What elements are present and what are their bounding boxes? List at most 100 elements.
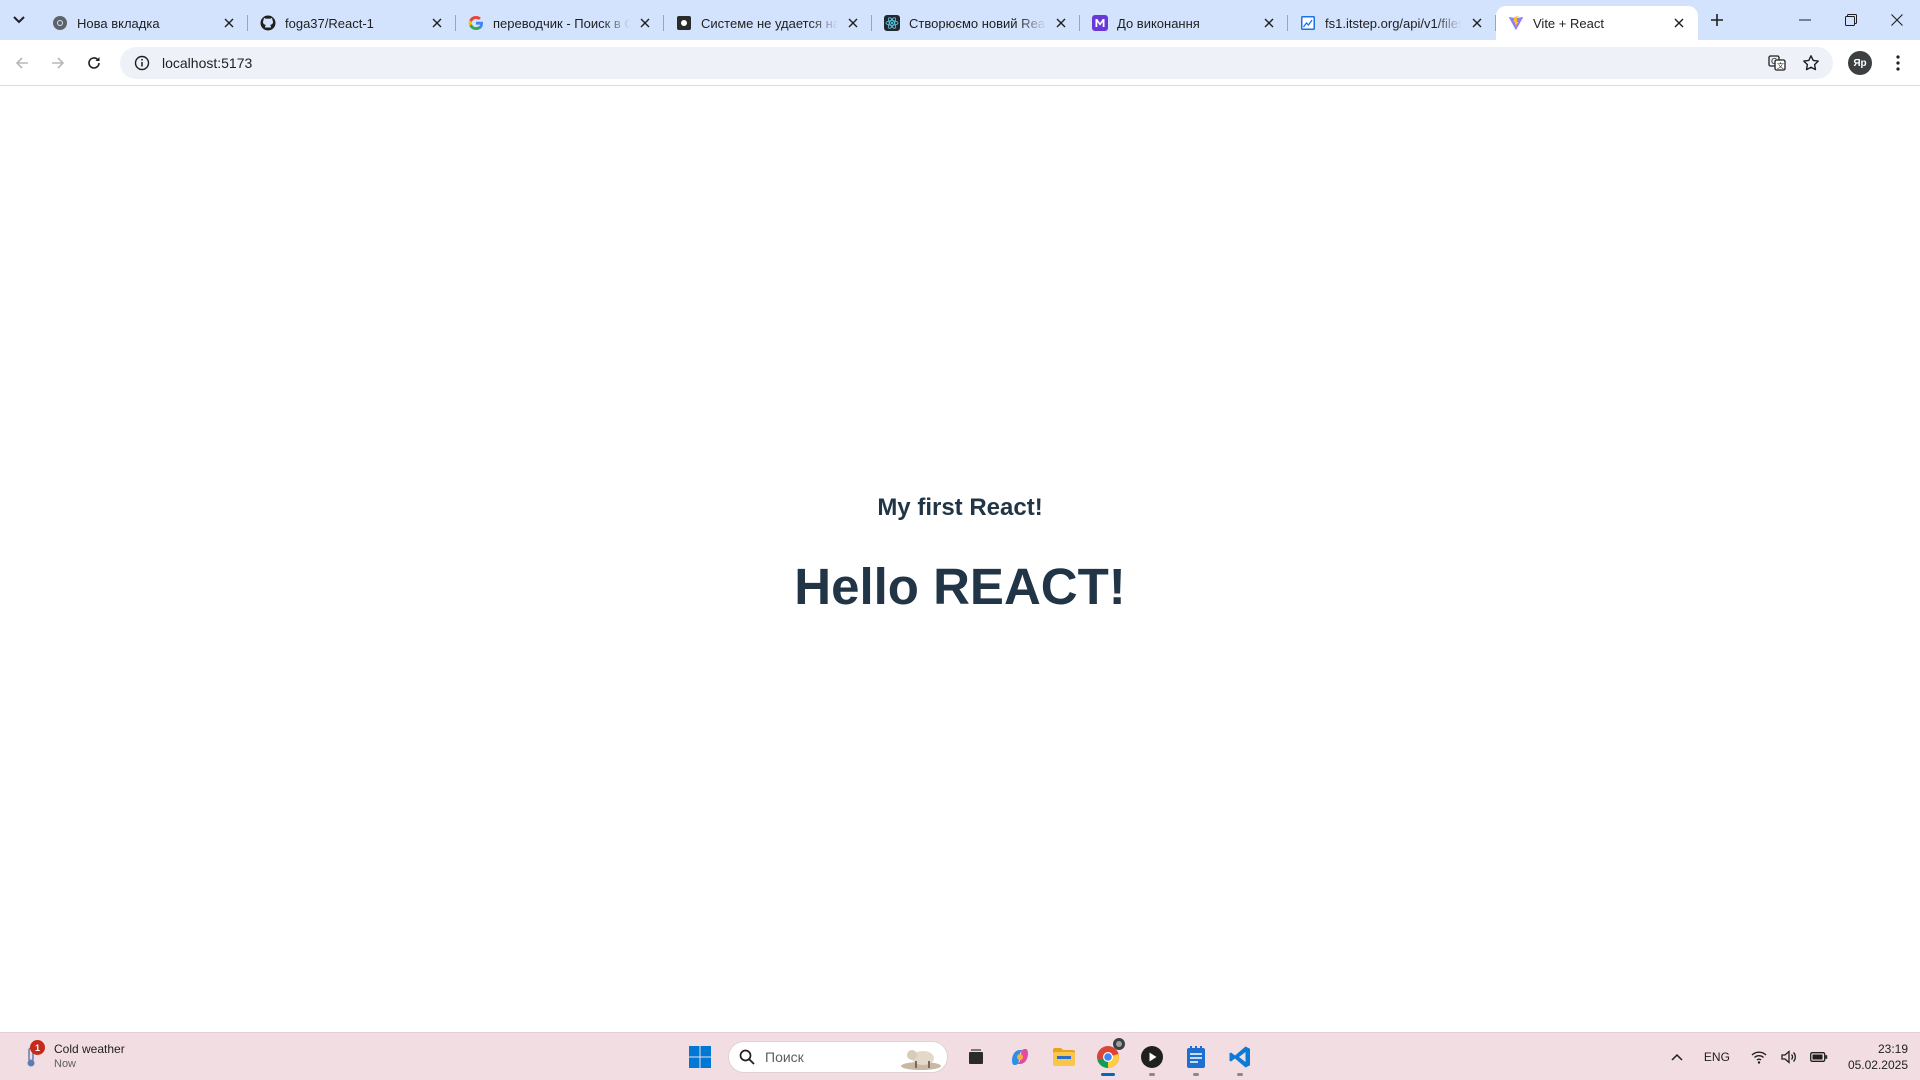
- tab-title: переводчик - Поиск в Google: [493, 15, 630, 31]
- file-chart-icon: [1300, 15, 1316, 31]
- tab-search-button[interactable]: [6, 8, 32, 32]
- chevron-down-icon: [13, 16, 25, 24]
- site-info-icon[interactable]: [126, 47, 158, 79]
- tab-title: Нова вкладка: [77, 15, 160, 31]
- folder-icon: [1053, 1048, 1075, 1066]
- forward-button[interactable]: [43, 48, 73, 78]
- restore-button[interactable]: [1828, 0, 1874, 40]
- system-clock[interactable]: 23:19 05.02.2025: [1848, 1041, 1908, 1073]
- tab-error-page[interactable]: Системе не удается найти: [664, 6, 872, 40]
- language-indicator[interactable]: ENG: [1704, 1050, 1730, 1064]
- tab-react-docs[interactable]: Створюємо новий React: [872, 6, 1080, 40]
- taskbar-notepad[interactable]: [1176, 1037, 1216, 1077]
- vite-icon: [1508, 15, 1524, 31]
- address-bar[interactable]: localhost:5173 G文: [120, 47, 1833, 79]
- react-icon: [884, 15, 900, 31]
- battery-icon[interactable]: [1806, 1044, 1832, 1070]
- arrow-left-icon: [15, 57, 28, 69]
- tab-itstep-files[interactable]: fs1.itstep.org/api/v1/files: [1288, 6, 1496, 40]
- taskbar-file-explorer[interactable]: [1044, 1037, 1084, 1077]
- page-icon: [676, 15, 692, 31]
- close-icon[interactable]: [428, 14, 446, 32]
- weather-widget[interactable]: 1 Cold weather Now: [18, 1039, 125, 1075]
- play-icon: [1141, 1046, 1163, 1068]
- profile-avatar[interactable]: Яр: [1848, 51, 1872, 75]
- plus-icon: [1711, 14, 1723, 26]
- volume-icon[interactable]: [1776, 1044, 1802, 1070]
- windows-taskbar: 1 Cold weather Now Поиск ENG 23:19 05.02…: [0, 1032, 1920, 1080]
- tab-todo[interactable]: До виконання: [1080, 6, 1288, 40]
- close-icon[interactable]: [1052, 14, 1070, 32]
- tab-new-tab[interactable]: Нова вкладка: [40, 6, 248, 40]
- restore-icon: [1845, 14, 1857, 26]
- tab-title: Створюємо новий React: [909, 15, 1046, 31]
- close-icon[interactable]: [1468, 14, 1486, 32]
- m-icon: [1092, 15, 1108, 31]
- chrome-icon: [52, 15, 68, 31]
- close-icon[interactable]: [636, 14, 654, 32]
- star-icon[interactable]: [1799, 51, 1823, 75]
- chevron-up-icon[interactable]: [1664, 1044, 1690, 1070]
- page-title: Hello REACT!: [794, 558, 1126, 615]
- tab-title: fs1.itstep.org/api/v1/files: [1325, 15, 1462, 31]
- clock-time: 23:19: [1877, 1042, 1908, 1056]
- page-viewport: My first React! Hello REACT!: [0, 87, 1920, 1032]
- browser-menu-button[interactable]: [1883, 48, 1913, 78]
- window-controls: [1782, 0, 1920, 40]
- tab-vite-react[interactable]: Vite + React: [1496, 6, 1698, 40]
- tab-github[interactable]: foga37/React-1: [248, 6, 456, 40]
- minimize-icon: [1799, 19, 1811, 21]
- svg-text:文: 文: [1777, 61, 1784, 70]
- taskbar-search[interactable]: Поиск: [728, 1041, 948, 1073]
- taskbar-copilot[interactable]: [1000, 1037, 1040, 1077]
- tab-google-search[interactable]: переводчик - Поиск в Google: [456, 6, 664, 40]
- taskbar-vscode[interactable]: [1220, 1037, 1260, 1077]
- system-tray: ENG 23:19 05.02.2025: [1662, 1037, 1908, 1077]
- more-vert-icon: [1896, 55, 1900, 71]
- browser-toolbar: localhost:5173 G文 Яр: [0, 40, 1920, 86]
- taskbar-media-player[interactable]: [1132, 1037, 1172, 1077]
- tab-title: Системе не удается найти: [701, 15, 838, 31]
- back-button[interactable]: [7, 48, 37, 78]
- notification-badge: 1: [30, 1040, 45, 1055]
- reload-button[interactable]: [79, 48, 109, 78]
- close-icon: [1891, 14, 1903, 26]
- task-view-icon: [969, 1049, 983, 1064]
- taskbar-task-view[interactable]: [956, 1037, 996, 1077]
- notepad-icon: [1187, 1046, 1205, 1068]
- search-placeholder: Поиск: [765, 1049, 804, 1065]
- google-icon: [468, 15, 484, 31]
- vscode-icon: [1229, 1046, 1250, 1068]
- weather-title: Cold weather: [54, 1042, 125, 1056]
- new-tab-button[interactable]: [1703, 8, 1731, 32]
- omnibox-actions: G文: [1765, 47, 1823, 79]
- search-highlight-icon: [901, 1050, 941, 1070]
- weather-subtitle: Now: [54, 1058, 77, 1070]
- tab-title: foga37/React-1: [285, 15, 374, 31]
- wifi-icon[interactable]: [1746, 1044, 1772, 1070]
- windows-icon: [689, 1046, 711, 1068]
- close-icon[interactable]: [844, 14, 862, 32]
- minimize-button[interactable]: [1782, 0, 1828, 40]
- tab-title: До виконання: [1117, 15, 1200, 31]
- tab-list: Нова вкладка foga37/React-1 переводчик -…: [40, 6, 1698, 40]
- url-text: localhost:5173: [162, 55, 253, 71]
- close-icon[interactable]: [1260, 14, 1278, 32]
- close-icon[interactable]: [220, 14, 238, 32]
- clock-date: 05.02.2025: [1847, 1058, 1908, 1072]
- taskbar-chrome[interactable]: [1088, 1037, 1128, 1077]
- arrow-right-icon: [52, 57, 65, 69]
- search-icon: [739, 1049, 755, 1065]
- close-icon[interactable]: [1670, 14, 1688, 32]
- translate-icon[interactable]: G文: [1765, 51, 1789, 75]
- copilot-icon: [1012, 1049, 1028, 1065]
- taskbar-apps: Поиск: [678, 1037, 1262, 1077]
- tab-title: Vite + React: [1533, 15, 1604, 31]
- close-window-button[interactable]: [1874, 0, 1920, 40]
- tab-strip: Нова вкладка foga37/React-1 переводчик -…: [0, 0, 1920, 40]
- reload-icon: [88, 57, 100, 69]
- start-button[interactable]: [680, 1037, 720, 1077]
- profile-badge-icon: [1113, 1038, 1125, 1050]
- page-subtitle: My first React!: [877, 494, 1043, 521]
- github-icon: [260, 15, 276, 31]
